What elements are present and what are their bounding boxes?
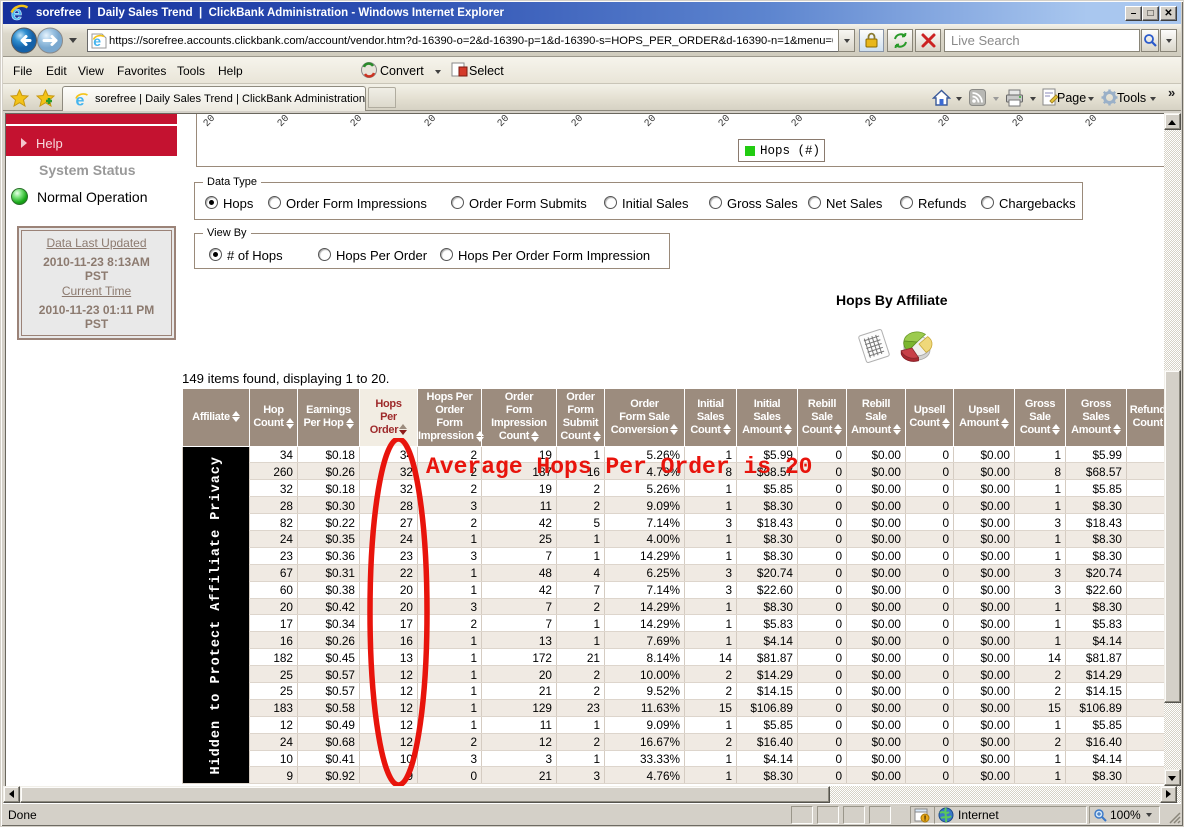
svg-text:!: !	[924, 816, 926, 823]
